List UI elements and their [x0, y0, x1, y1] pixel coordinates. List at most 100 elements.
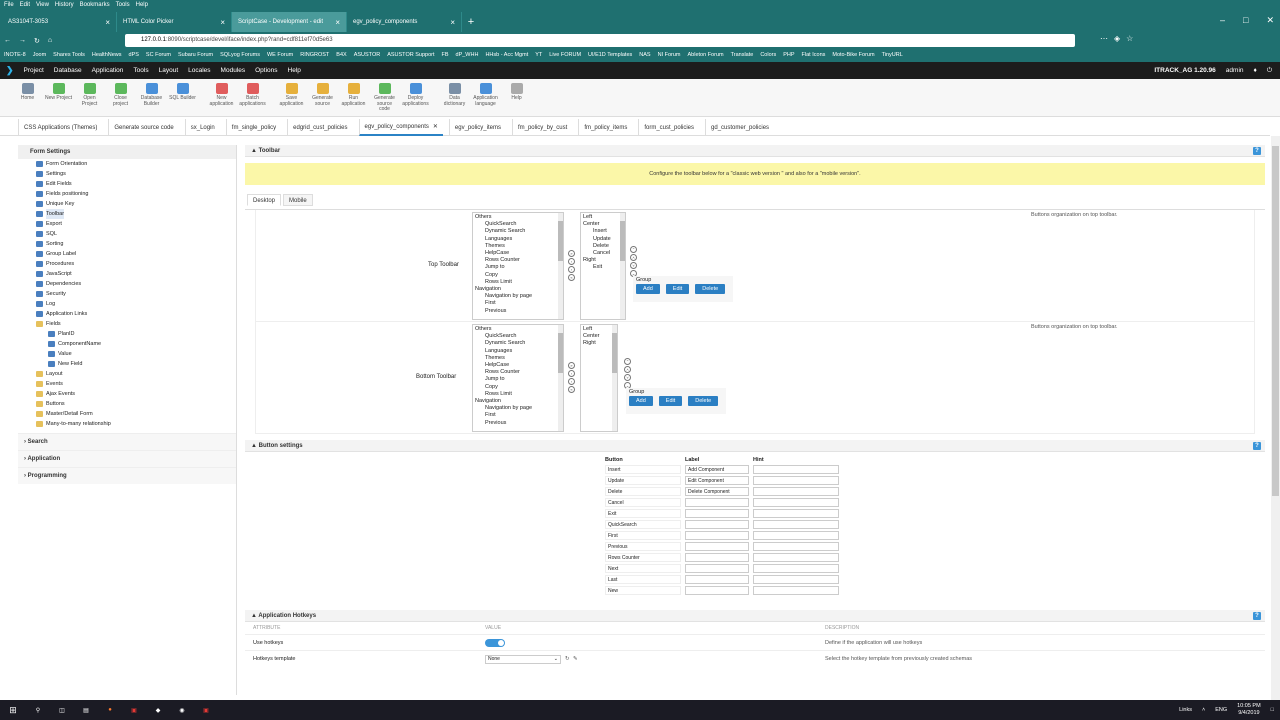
back-icon[interactable]: ←: [4, 37, 11, 44]
new-tab-icon[interactable]: +: [462, 12, 480, 32]
label-input[interactable]: Edit Component: [685, 476, 749, 485]
label-input[interactable]: [685, 586, 749, 595]
browser-menu-edit[interactable]: Edit: [20, 0, 30, 10]
scrollbar-thumb[interactable]: [1272, 146, 1279, 496]
move-down-icon[interactable]: ˅: [624, 374, 631, 381]
links-toolbar[interactable]: Links: [1179, 707, 1192, 713]
sidebar-item[interactable]: ComponentName: [26, 339, 236, 349]
scrollbar-thumb[interactable]: [620, 221, 625, 261]
sidebar-item[interactable]: New Field: [26, 359, 236, 369]
app-menu-layout[interactable]: Layout: [159, 67, 179, 74]
toolbar-button[interactable]: Batch applications: [239, 79, 266, 116]
list-scrollbar[interactable]: [558, 325, 563, 431]
clock[interactable]: 10:05 PM 9/4/2019: [1237, 703, 1261, 717]
app-menu-help[interactable]: Help: [288, 67, 301, 74]
document-tab[interactable]: egv_policy_items: [448, 119, 506, 136]
hint-input[interactable]: [753, 509, 839, 518]
sidebar-item[interactable]: Toolbar: [26, 209, 236, 219]
list-option[interactable]: Themes: [475, 243, 561, 250]
sidebar-item[interactable]: Procedures: [26, 259, 236, 269]
sidebar-section[interactable]: › Application: [18, 450, 236, 467]
sidebar-item[interactable]: Edit Fields: [26, 179, 236, 189]
language-indicator[interactable]: ENG: [1215, 707, 1227, 713]
app-icon[interactable]: ◆: [146, 707, 170, 714]
bookmark-item[interactable]: Translate: [731, 49, 754, 62]
subtab-mobile[interactable]: Mobile: [283, 194, 313, 206]
sidebar-item[interactable]: JavaScript: [26, 269, 236, 279]
move-top-icon[interactable]: ⌃: [630, 246, 637, 253]
toolbar-button[interactable]: SQL Builder: [169, 79, 196, 116]
list-option[interactable]: Right: [583, 340, 615, 347]
bottom-group-delete-button[interactable]: Delete: [688, 396, 719, 406]
bookmark-item[interactable]: SC Forum: [146, 49, 171, 62]
toolbar-panel-header[interactable]: ▲ Toolbar?: [245, 145, 1265, 157]
hint-input[interactable]: [753, 476, 839, 485]
pencil-icon[interactable]: ✎: [573, 651, 578, 667]
bookmark-item[interactable]: UI/E1D Templates: [588, 49, 632, 62]
bookmark-item[interactable]: PHP: [783, 49, 794, 62]
group-edit-button[interactable]: Edit: [665, 284, 690, 294]
search-icon[interactable]: ⚲: [26, 707, 50, 714]
browser-menu-tools[interactable]: Tools: [116, 0, 130, 10]
list-option[interactable]: HelpCase: [475, 250, 561, 257]
app-icon[interactable]: ▣: [122, 707, 146, 714]
list-option[interactable]: Others: [475, 214, 561, 221]
move-left-icon[interactable]: ‹: [568, 378, 575, 385]
sidebar-item[interactable]: Security: [26, 289, 236, 299]
bookmark-item[interactable]: Subaru Forum: [178, 49, 213, 62]
list-option[interactable]: Navigation: [475, 286, 561, 293]
toolbar-button[interactable]: Application language: [472, 79, 499, 116]
list-option[interactable]: Exit: [583, 264, 623, 271]
document-tab[interactable]: fm_policy_items: [578, 119, 632, 136]
close-icon[interactable]: ×: [105, 18, 110, 27]
close-window-icon[interactable]: ✕: [1266, 10, 1274, 30]
label-input[interactable]: [685, 575, 749, 584]
notifications-icon[interactable]: □: [1271, 707, 1274, 713]
hint-input[interactable]: [753, 498, 839, 507]
power-icon[interactable]: ⏻: [1267, 67, 1272, 75]
bookmark-item[interactable]: Flat Icons: [802, 49, 826, 62]
close-icon[interactable]: ✕: [433, 123, 438, 130]
bookmark-item[interactable]: WE Forum: [267, 49, 293, 62]
toolbar-button[interactable]: Help: [503, 79, 530, 116]
list-option[interactable]: Insert: [583, 228, 623, 235]
available-bottom-list[interactable]: Others QuickSearch Dynamic Search Languages…: [472, 324, 564, 432]
sidebar-item[interactable]: SQL: [26, 229, 236, 239]
document-tab[interactable]: gd_customer_policies: [705, 119, 774, 136]
list-option[interactable]: Previous: [475, 420, 561, 427]
label-input[interactable]: [685, 498, 749, 507]
app-menu-options[interactable]: Options: [255, 67, 277, 74]
browser-menu-file[interactable]: File: [4, 0, 14, 10]
hotkeys-template-select[interactable]: None ⌄: [485, 655, 561, 664]
list-option[interactable]: Rows Limit: [475, 279, 561, 286]
group-delete-button[interactable]: Delete: [695, 284, 726, 294]
close-icon[interactable]: ×: [450, 18, 455, 27]
app-menu-application[interactable]: Application: [92, 67, 124, 74]
hotkeys-header[interactable]: ▲ Application Hotkeys?: [245, 610, 1265, 622]
list-option[interactable]: Navigation by page: [475, 405, 561, 412]
browser-menu-history[interactable]: History: [55, 0, 74, 10]
list-option[interactable]: Update: [583, 236, 623, 243]
list-option[interactable]: Cancel: [583, 250, 623, 257]
reload-icon[interactable]: ↻: [34, 37, 40, 45]
list-option[interactable]: Center: [583, 333, 615, 340]
list-option[interactable]: Center: [583, 221, 623, 228]
bell-icon[interactable]: ♦: [1254, 67, 1257, 74]
page-scrollbar[interactable]: [1271, 136, 1280, 700]
label-input[interactable]: Delete Component: [685, 487, 749, 496]
task-view-icon[interactable]: ◫: [50, 707, 74, 714]
hint-input[interactable]: [753, 487, 839, 496]
label-input[interactable]: [685, 542, 749, 551]
close-icon[interactable]: ×: [335, 18, 340, 27]
close-icon[interactable]: ×: [220, 18, 225, 27]
bookmark-item[interactable]: Shares Tools: [53, 49, 85, 62]
list-scrollbar[interactable]: [558, 213, 563, 319]
browser-menu-view[interactable]: View: [36, 0, 49, 10]
sidebar-item[interactable]: Ajax Events: [26, 389, 236, 399]
move-down-icon[interactable]: ˅: [630, 262, 637, 269]
list-option[interactable]: HelpCase: [475, 362, 561, 369]
sidebar-item[interactable]: Layout: [26, 369, 236, 379]
use-hotkeys-toggle[interactable]: [485, 639, 505, 647]
list-option[interactable]: Navigation: [475, 398, 561, 405]
selected-bottom-list[interactable]: Left Center Right: [580, 324, 618, 432]
